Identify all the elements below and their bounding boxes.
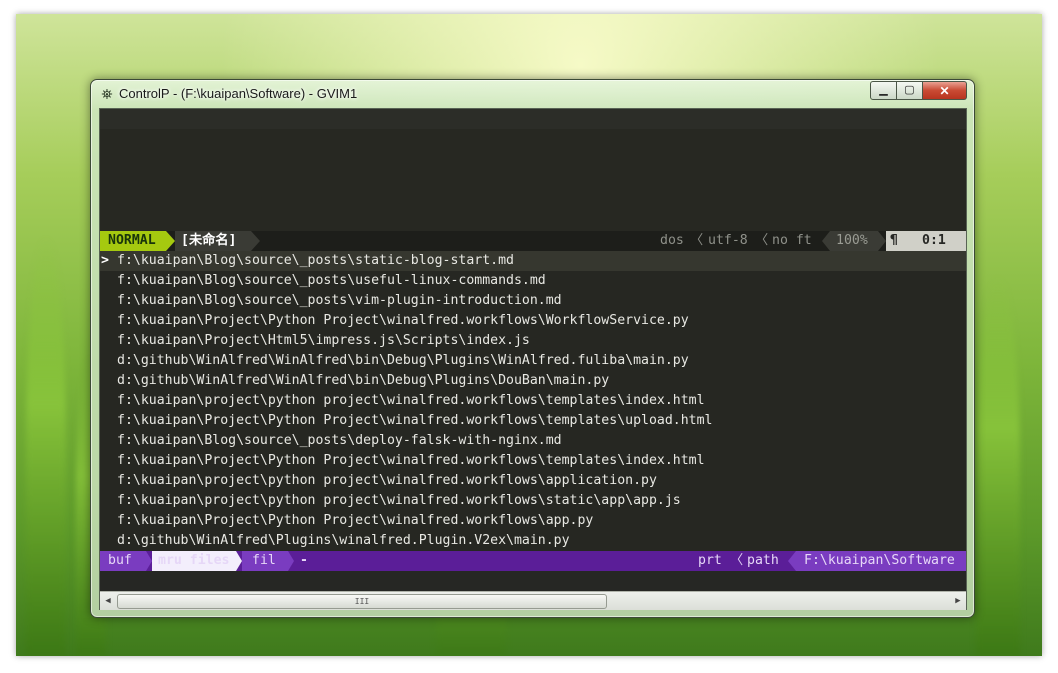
list-item[interactable]: d:\github\WinAlfred\WinAlfred\bin\Debug\…: [100, 351, 966, 371]
list-item[interactable]: f:\kuaipan\Blog\source\_posts\vim-plugin…: [100, 291, 966, 311]
file-path: f:\kuaipan\Blog\source\_posts\useful-lin…: [117, 273, 546, 288]
file-path: d:\github\WinAlfred\WinAlfred\bin\Debug\…: [117, 373, 610, 388]
ctrlp-mode-next[interactable]: fil: [242, 551, 288, 571]
list-item[interactable]: f:\kuaipan\Project\Python Project\winalf…: [100, 451, 966, 471]
horizontal-scrollbar[interactable]: ◀ III ▶: [100, 591, 966, 610]
list-item[interactable]: f:\kuaipan\project\python project\winalf…: [100, 491, 966, 511]
file-path: f:\kuaipan\project\python project\winalf…: [117, 393, 705, 408]
ctrlp-prt-label: prt: [698, 553, 722, 568]
mode-indicator: NORMAL: [100, 231, 166, 251]
ctrlp-marker: -: [300, 553, 308, 568]
close-button[interactable]: ✕: [923, 81, 967, 100]
line-col-label: 0:1: [886, 231, 966, 251]
file-path: f:\kuaipan\Project\Python Project\winalf…: [117, 453, 705, 468]
buffer-empty-area[interactable]: [100, 129, 966, 231]
file-path: f:\kuaipan\Project\Python Project\winalf…: [117, 413, 713, 428]
list-item[interactable]: d:\github\WinAlfred\Plugins\winalfred.Pl…: [100, 531, 966, 551]
ctrlp-mode-prev[interactable]: buf: [100, 551, 146, 571]
filetype-label: no ft: [772, 233, 812, 248]
selection-caret-icon: >: [101, 253, 109, 268]
scroll-left-arrow-icon[interactable]: ◀: [101, 594, 115, 608]
ctrlp-cwd: F:\kuaipan\Software: [796, 551, 966, 571]
list-item[interactable]: f:\kuaipan\project\python project\winalf…: [100, 391, 966, 411]
file-path: d:\github\WinAlfred\Plugins\winalfred.Pl…: [117, 533, 570, 548]
percent-label: 100%: [830, 231, 878, 251]
file-path: f:\kuaipan\project\python project\winalf…: [117, 493, 681, 508]
separator-chevron-icon: 〈: [730, 553, 744, 568]
list-item[interactable]: d:\github\WinAlfred\WinAlfred\bin\Debug\…: [100, 371, 966, 391]
list-item[interactable]: f:\kuaipan\Project\Html5\impress.js\Scri…: [100, 331, 966, 351]
list-item[interactable]: f:\kuaipan\Project\Python Project\winalf…: [100, 311, 966, 331]
window-title: ControlP - (F:\kuaipan\Software) - GVIM1: [119, 86, 358, 101]
buffer-line[interactable]: 0: [100, 109, 966, 146]
ctrlp-statusbar: buf mru files fil - prt 〈 path F:\kuaipa…: [100, 551, 966, 571]
file-path: f:\kuaipan\Blog\source\_posts\deploy-fal…: [117, 433, 562, 448]
command-line[interactable]: [100, 571, 966, 591]
file-path: d:\github\WinAlfred\WinAlfred\bin\Debug\…: [117, 353, 689, 368]
file-path: f:\kuaipan\Blog\source\_posts\vim-plugin…: [117, 293, 562, 308]
scroll-right-arrow-icon[interactable]: ▶: [951, 594, 965, 608]
file-path: f:\kuaipan\Project\Python Project\winalf…: [117, 513, 594, 528]
file-path: f:\kuaipan\Project\Html5\impress.js\Scri…: [117, 333, 530, 348]
list-item[interactable]: > f:\kuaipan\Blog\source\_posts\static-b…: [100, 251, 966, 271]
list-item[interactable]: f:\kuaipan\Project\Python Project\winalf…: [100, 511, 966, 531]
list-item[interactable]: f:\kuaipan\Blog\source\_posts\useful-lin…: [100, 271, 966, 291]
line-number-icon: ¶: [890, 233, 898, 248]
ctrlp-mode-current[interactable]: mru files: [152, 551, 236, 571]
grass-blade: [976, 276, 1020, 656]
list-item[interactable]: f:\kuaipan\Project\Python Project\winalf…: [100, 411, 966, 431]
mru-file-list: > f:\kuaipan\Blog\source\_posts\static-b…: [100, 251, 966, 551]
titlebar[interactable]: ⛯ ControlP - (F:\kuaipan\Software) - GVI…: [91, 80, 974, 108]
vim-editor[interactable]: 0 NORMAL [未命名] dos 〈 utf-8 〈 no ft 100% …: [99, 108, 967, 610]
powerline-separator: [251, 231, 260, 251]
list-item[interactable]: f:\kuaipan\project\python project\winalf…: [100, 471, 966, 491]
file-path: f:\kuaipan\Project\Python Project\winalf…: [117, 313, 689, 328]
grass-blade: [26, 236, 66, 656]
separator-chevron-icon: 〈: [690, 233, 704, 248]
gvim-app-icon[interactable]: ⛯: [99, 86, 115, 102]
fileformat-label: dos: [660, 233, 684, 248]
powerline-separator: [166, 231, 175, 251]
powerline-separator: [788, 551, 796, 571]
file-path: f:\kuaipan\Blog\source\_posts\static-blo…: [117, 253, 514, 268]
separator-chevron-icon: 〈: [755, 233, 769, 248]
encoding-label: utf-8: [708, 233, 748, 248]
file-path: f:\kuaipan\project\python project\winalf…: [117, 473, 657, 488]
ctrlp-path-label: path: [747, 553, 779, 568]
filename-label: [未命名]: [175, 231, 251, 251]
powerline-separator: [822, 231, 830, 251]
scrollbar-thumb[interactable]: III: [117, 594, 607, 609]
maximize-button[interactable]: ▢: [897, 81, 923, 100]
caption-buttons: ▁ ▢ ✕: [870, 81, 967, 100]
statusline: NORMAL [未命名] dos 〈 utf-8 〈 no ft 100% 0:…: [100, 231, 966, 251]
gvim-window: ⛯ ControlP - (F:\kuaipan\Software) - GVI…: [90, 79, 975, 618]
list-item[interactable]: f:\kuaipan\Blog\source\_posts\deploy-fal…: [100, 431, 966, 451]
minimize-button[interactable]: ▁: [870, 81, 897, 100]
powerline-separator: [288, 551, 294, 571]
powerline-separator: [878, 231, 886, 251]
